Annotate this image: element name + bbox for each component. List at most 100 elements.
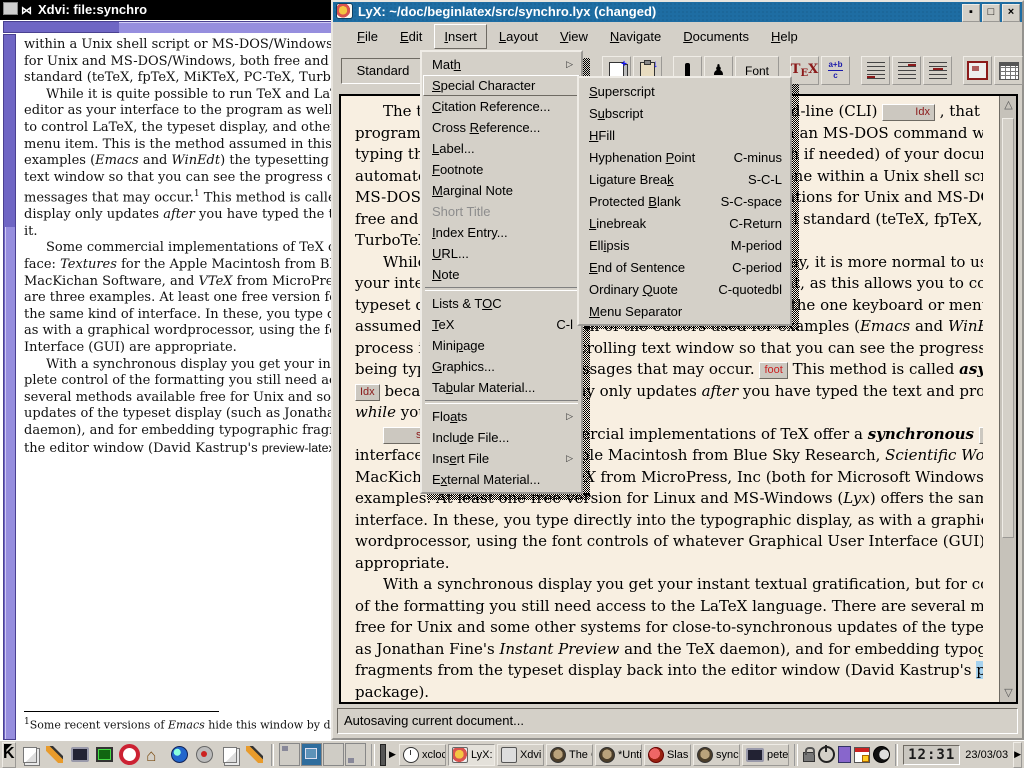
menu-item-tabular-material-[interactable]: Tabular Material... [423,377,580,398]
menu-item-ellipsis[interactable]: EllipsisM-period [580,234,789,256]
menu-item-url-[interactable]: URL... [423,243,580,264]
kde-gear-icon[interactable] [194,744,216,766]
moon-icon[interactable] [873,746,890,763]
pen2-icon[interactable] [244,744,266,766]
tex-icon[interactable]: TEX [790,56,819,85]
lyx-window[interactable]: LyX: ~/doc/beginlatex/src/synchro.lyx (c… [331,0,1024,740]
menu-layout[interactable]: Layout [489,24,548,49]
menu-documents[interactable]: Documents [673,24,759,49]
menu-item-floats[interactable]: Floats▷ [423,406,580,427]
terminal-icon[interactable] [94,744,116,766]
digital-clock[interactable]: 12:31 [903,745,960,765]
date-display[interactable]: 23/03/03 [963,749,1010,761]
menu-item-tex[interactable]: TeXC-l [423,314,580,335]
task-button-xdvi[interactable]: Xdvi [497,744,544,766]
home-icon[interactable]: ⌂ [144,744,166,766]
help-icon[interactable] [119,744,141,766]
expand-arrow-icon[interactable]: ▶ [389,749,396,760]
menu-item-note[interactable]: Note [423,264,580,285]
close-button[interactable]: × [1002,4,1020,22]
menu-item-ordinary-quote[interactable]: Ordinary QuoteC-quotedbl [580,278,789,300]
task-button-lyx[interactable]: LyX: [448,744,495,766]
menu-item-linebreak[interactable]: LinebreakC-Return [580,212,789,234]
klipper-icon[interactable] [838,746,851,763]
menu-file[interactable]: File [347,24,388,49]
menu-navigate[interactable]: Navigate [600,24,671,49]
minimized-window[interactable] [380,744,386,766]
menu-item-marginal-note[interactable]: Marginal Note [423,180,580,201]
list-item-icon[interactable] [861,56,890,85]
power-icon[interactable] [818,746,835,763]
menu-item-minipage[interactable]: Minipage [423,335,580,356]
footnote-inset[interactable]: foot [759,362,787,379]
figure-icon[interactable] [963,56,992,85]
calendar-icon[interactable] [854,747,870,763]
menu-item-include-file-[interactable]: Include File... [423,427,580,448]
desktop-pager[interactable] [279,743,366,766]
menu-item-ligature-break[interactable]: Ligature BreakS-C-L [580,168,789,190]
desktop-cell[interactable] [279,743,300,766]
table-icon[interactable] [994,56,1023,85]
scrollbar-thumb[interactable] [1002,118,1014,538]
menu-item-hyphenation-point[interactable]: Hyphenation PointC-minus [580,146,789,168]
menu-item-superscript[interactable]: Superscript [580,80,789,102]
lyx-titlebar[interactable]: LyX: ~/doc/beginlatex/src/synchro.lyx (c… [333,2,1022,22]
xdvi-titlebar[interactable]: ⋈Xdvi: file:synchro [0,0,331,20]
math-icon[interactable]: a+bc [821,56,850,85]
xdvi-hscroll-thumb[interactable] [119,22,332,33]
task-button-sync[interactable]: sync [693,744,740,766]
document-scrollbar[interactable]: △ ▽ [999,96,1016,702]
lock-icon[interactable] [803,752,815,762]
menu-item-cross-reference-[interactable]: Cross Reference... [423,117,580,138]
desktop-active[interactable] [301,743,322,766]
menu-item-external-material-[interactable]: External Material... [423,469,580,490]
menu-item-menu-separator[interactable]: Menu Separator [580,300,789,322]
menu-item-label-[interactable]: Label... [423,138,580,159]
menu-item-citation-reference-[interactable]: Citation Reference... [423,96,580,117]
paragraph-style-selector[interactable]: Standard [341,58,425,84]
xdvi-vscroll-thumb[interactable] [5,227,15,739]
documents-icon[interactable] [19,744,41,766]
menu-edit[interactable]: Edit [390,24,432,49]
display-icon[interactable] [69,744,91,766]
index-inset[interactable]: Idx [355,384,380,401]
xdvi-page[interactable]: within a Unix shell script or MS-DOS/Win… [16,33,331,740]
list-enum-icon[interactable] [892,56,921,85]
scroll-up-icon[interactable]: △ [1001,96,1016,114]
menu-item-protected-blank[interactable]: Protected BlankS-C-space [580,190,789,212]
xdvi-horizontal-scrollbar[interactable] [3,21,331,33]
menu-item-hfill[interactable]: HFill [580,124,789,146]
menu-insert[interactable]: Insert [434,24,487,49]
minimize-button[interactable]: ▪ [962,4,980,22]
menu-item-math[interactable]: Math▷ [423,54,580,75]
menu-help[interactable]: Help [761,24,808,49]
scroll-down-icon[interactable]: ▽ [1001,684,1016,702]
files-icon[interactable] [219,744,241,766]
k-menu-button[interactable]: K [2,742,16,768]
pen-icon[interactable] [44,744,66,766]
globe-icon[interactable] [169,744,191,766]
desktop-cell[interactable] [323,743,344,766]
menu-item-end-of-sentence[interactable]: End of SentenceC-period [580,256,789,278]
menu-view[interactable]: View [550,24,598,49]
menu-item-special-character[interactable]: Special Character [423,75,580,96]
task-button-theg[interactable]: The G [546,744,593,766]
menu-item-footnote[interactable]: Footnote [423,159,580,180]
panel-hide-arrow[interactable]: ▶ [1013,742,1022,768]
menu-item-lists-amp-toc[interactable]: Lists & TOC [423,293,580,314]
index-inset[interactable]: Idx [882,104,935,121]
task-button-xcloc[interactable]: xcloc [399,744,446,766]
task-button-pete[interactable]: pete◀ [742,744,789,766]
xdvi-vertical-scrollbar[interactable] [3,34,16,740]
list-indent-icon[interactable] [923,56,952,85]
menu-item-short-title[interactable]: Short Title [423,201,580,222]
task-button-slas[interactable]: Slas [644,744,691,766]
task-button-unti[interactable]: *Unti [595,744,642,766]
menu-item-index-entry-[interactable]: Index Entry... [423,222,580,243]
menu-item-insert-file[interactable]: Insert File▷ [423,448,580,469]
desktop-cell[interactable] [345,743,366,766]
menu-item-subscript[interactable]: Subscript [580,102,789,124]
index-inset[interactable]: Idx [979,427,983,444]
xdvi-window[interactable]: ⋈Xdvi: file:synchro within a Unix shell … [0,0,332,740]
menu-item-graphics-[interactable]: Graphics... [423,356,580,377]
